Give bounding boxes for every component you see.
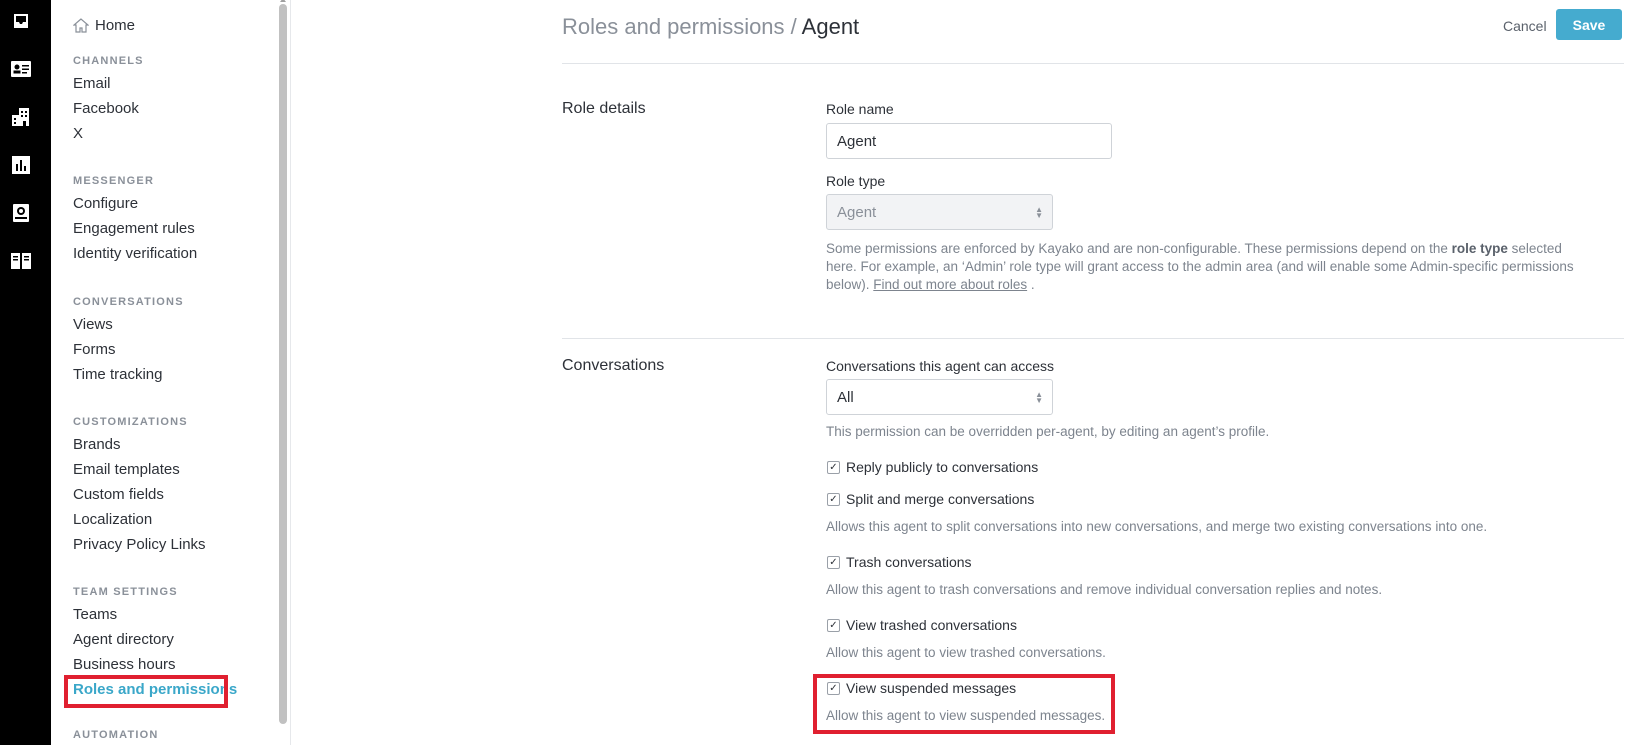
find-out-more-link[interactable]: Find out more about roles (873, 277, 1027, 292)
sidebar-item-time-tracking[interactable]: Time tracking (73, 366, 162, 383)
sidebar-item-configure[interactable]: Configure (73, 195, 138, 212)
sidebar-section-conversations: CONVERSATIONS (73, 296, 184, 308)
home-icon (73, 18, 89, 33)
access-value: All (837, 388, 854, 406)
sidebar-scrollbar[interactable] (278, 0, 288, 745)
conversations-title: Conversations (562, 357, 665, 374)
sidebar-item-email[interactable]: Email (73, 75, 111, 92)
access-label: Conversations this agent can access (826, 358, 1055, 374)
permission-help: Allow this agent to view trashed convers… (826, 645, 1106, 660)
sidebar-item-brands[interactable]: Brands (73, 436, 121, 453)
breadcrumb-separator: / (784, 14, 802, 39)
sidebar-item-teams[interactable]: Teams (73, 606, 117, 623)
sidebar-item-views[interactable]: Views (73, 316, 113, 333)
role-name-label: Role name (826, 101, 894, 117)
sidebar-item-forms[interactable]: Forms (73, 341, 116, 358)
scrollbar-thumb[interactable] (279, 4, 287, 724)
highlight-box-permission (813, 674, 1115, 734)
sidebar-item-custom-fields[interactable]: Custom fields (73, 486, 164, 503)
permission-label: Split and merge conversations (846, 491, 1035, 507)
permission-view-trashed[interactable]: ✓ View trashed conversations (827, 617, 1017, 633)
access-select[interactable]: All ▲ ▼ (826, 379, 1053, 415)
highlight-box-sidebar (64, 675, 228, 708)
sidebar-item-agent-directory[interactable]: Agent directory (73, 631, 174, 648)
sidebar-item-email-templates[interactable]: Email templates (73, 461, 180, 478)
page-title: Agent (801, 14, 860, 39)
permission-label: Trash conversations (846, 554, 972, 570)
sidebar-section-channels: CHANNELS (73, 55, 144, 67)
inbox-icon[interactable] (10, 10, 32, 32)
save-button[interactable]: Save (1556, 9, 1622, 40)
permission-reply-publicly[interactable]: ✓ Reply publicly to conversations (827, 459, 1038, 475)
section-divider (562, 338, 1624, 339)
select-caret-icon: ▲ ▼ (1035, 205, 1043, 220)
sidebar-item-engagement-rules[interactable]: Engagement rules (73, 220, 195, 237)
role-type-select: Agent ▲ ▼ (826, 194, 1053, 230)
app-nav-rail (0, 0, 51, 745)
access-help: This permission can be overridden per-ag… (826, 424, 1270, 439)
cancel-button[interactable]: Cancel (1497, 14, 1553, 38)
checkbox[interactable]: ✓ (827, 555, 840, 569)
header-divider (562, 63, 1624, 64)
sidebar-item-x[interactable]: X (73, 125, 83, 142)
permission-help: Allow this agent to trash conversations … (826, 582, 1383, 597)
guides-icon[interactable] (10, 250, 32, 272)
role-details-title: Role details (562, 100, 646, 117)
sidebar-item-facebook[interactable]: Facebook (73, 100, 139, 117)
sidebar-home-label: Home (95, 17, 136, 34)
role-help-suffix: . (1027, 277, 1035, 292)
permission-trash[interactable]: ✓ Trash conversations (827, 554, 972, 570)
role-help-prefix: Some permissions are enforced by Kayako … (826, 241, 1452, 256)
checkbox[interactable]: ✓ (827, 618, 840, 632)
sidebar-item-business-hours[interactable]: Business hours (73, 656, 176, 673)
permission-split-merge[interactable]: ✓ Split and merge conversations (827, 491, 1034, 507)
permission-help: Allows this agent to split conversations… (826, 519, 1488, 534)
permission-label: Reply publicly to conversations (846, 459, 1039, 475)
sidebar-section-automation: AUTOMATION (73, 729, 159, 741)
role-name-input[interactable] (826, 123, 1112, 159)
sidebar-section-team-settings: TEAM SETTINGS (73, 586, 178, 598)
helpcenter-icon[interactable] (10, 202, 32, 224)
insights-icon[interactable] (10, 154, 32, 176)
select-caret-icon: ▲ ▼ (1035, 390, 1043, 405)
breadcrumb: Roles and permissions / Agent (562, 14, 859, 40)
scroll-up-arrow-icon[interactable] (280, 0, 286, 2)
checkbox[interactable]: ✓ (827, 492, 840, 506)
role-type-label: Role type (826, 173, 886, 189)
role-type-value: Agent (837, 203, 877, 221)
contact-card-icon[interactable] (10, 58, 32, 80)
sidebar-section-messenger: MESSENGER (73, 175, 155, 187)
role-help-bold: role type (1451, 241, 1508, 256)
organization-icon[interactable] (10, 106, 32, 128)
sidebar-home-link[interactable]: Home (73, 17, 135, 34)
sidebar-section-customizations: CUSTOMIZATIONS (73, 416, 188, 428)
sidebar-item-privacy-policy-links[interactable]: Privacy Policy Links (73, 536, 206, 553)
permission-label: View trashed conversations (846, 617, 1017, 633)
breadcrumb-parent[interactable]: Roles and permissions (562, 14, 785, 39)
sidebar-item-identity-verification[interactable]: Identity verification (73, 245, 197, 262)
sidebar-item-localization[interactable]: Localization (73, 511, 152, 528)
role-type-help: Some permissions are enforced by Kayako … (826, 240, 1596, 294)
checkbox[interactable]: ✓ (827, 460, 840, 474)
